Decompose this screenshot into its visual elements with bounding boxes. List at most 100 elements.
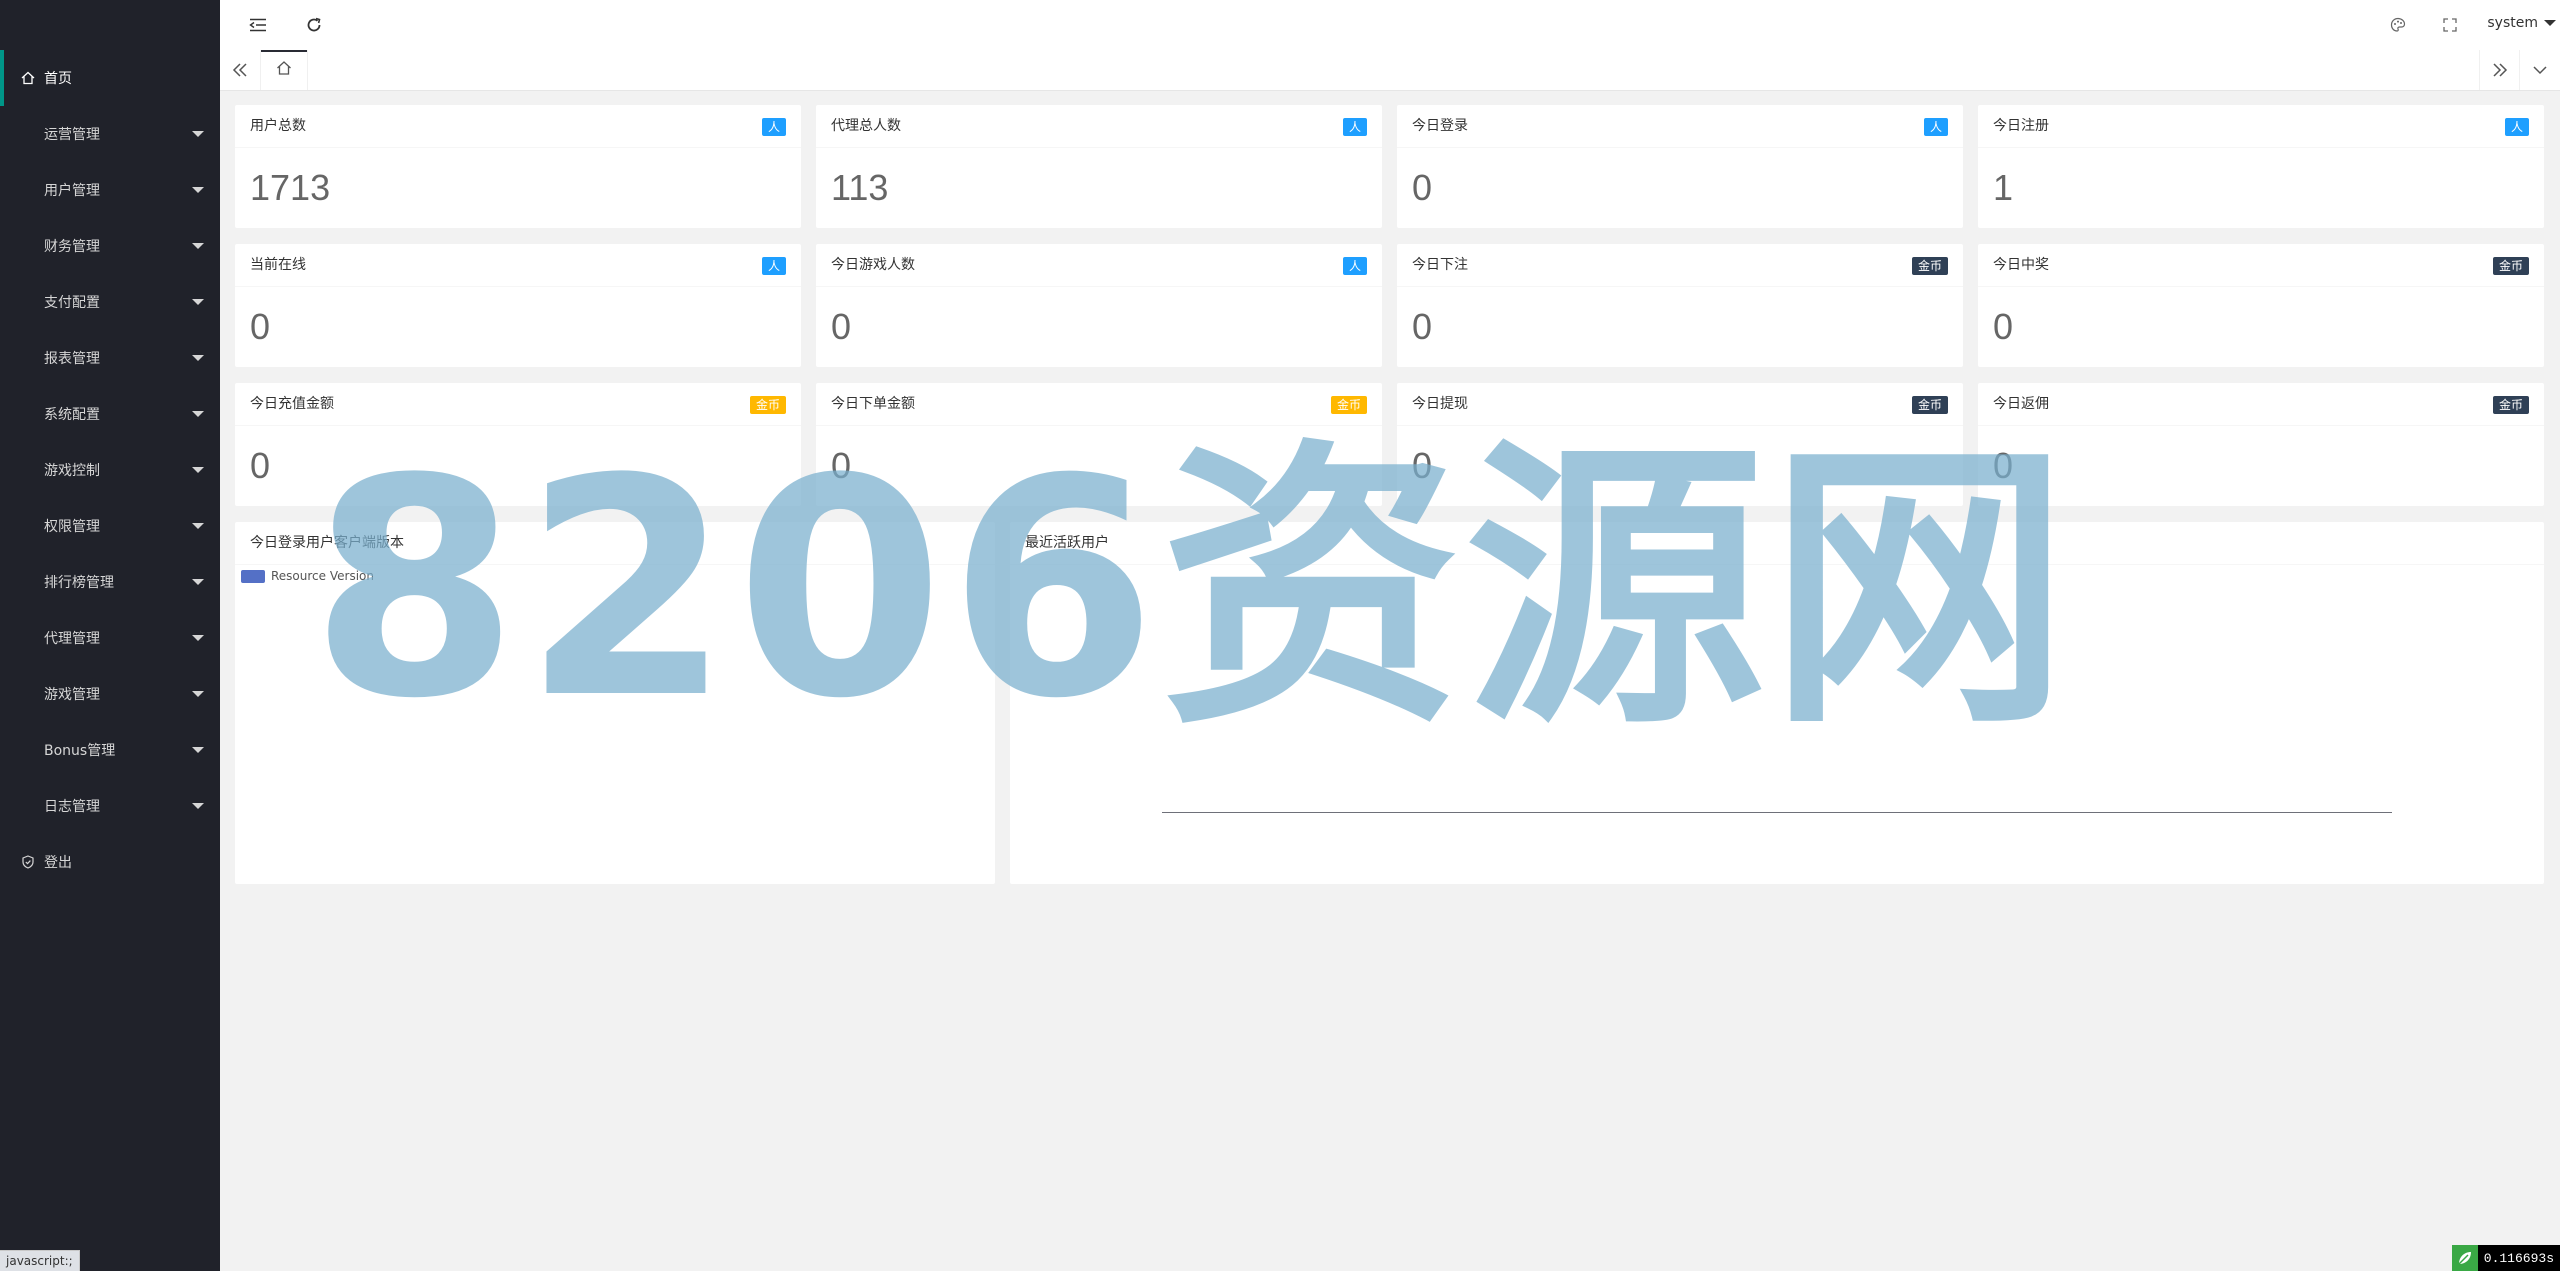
- sidebar-item-label: 代理管理: [44, 631, 100, 647]
- sidebar-item-finance[interactable]: 财务管理: [0, 218, 220, 274]
- sidebar-item-label: 登出: [44, 855, 72, 871]
- caret-down-icon: [192, 803, 204, 809]
- chart-legend[interactable]: Resource Version: [241, 569, 374, 583]
- stat-value: 1: [1993, 167, 2014, 208]
- sidebar-item-logs[interactable]: 日志管理: [0, 778, 220, 834]
- card-title: 今日充值金额 金币: [235, 383, 801, 426]
- sidebar-item-permissions[interactable]: 权限管理: [0, 498, 220, 554]
- sidebar-item-games[interactable]: 游戏管理: [0, 666, 220, 722]
- sidebar-item-label: 用户管理: [44, 183, 100, 199]
- sidebar-item-label: 运营管理: [44, 127, 100, 143]
- caret-down-icon: [192, 579, 204, 585]
- sidebar-item-bonus[interactable]: Bonus管理: [0, 722, 220, 778]
- stat-card-today-registrations: 今日注册 人 1: [1978, 105, 2544, 228]
- stat-value: 0: [1993, 445, 2014, 486]
- card-title: 今日游戏人数 人: [816, 244, 1382, 287]
- card-title: 今日登录 人: [1397, 105, 1963, 148]
- sidebar-item-users[interactable]: 用户管理: [0, 162, 220, 218]
- card-title: 今日下注 金币: [1397, 244, 1963, 287]
- caret-down-icon: [192, 523, 204, 529]
- tab-home[interactable]: [260, 50, 308, 90]
- logout-shield-icon: [20, 854, 36, 870]
- unit-badge: 金币: [1911, 396, 1948, 414]
- stat-label: 今日下注: [1412, 257, 1468, 273]
- sidebar-item-reports[interactable]: 报表管理: [0, 330, 220, 386]
- stat-value: 1713: [250, 167, 331, 208]
- timer-value: 0.116693s: [2483, 1250, 2554, 1266]
- link-preview-status: javascript:;: [0, 1250, 80, 1271]
- stat-label: 今日中奖: [1993, 257, 2049, 273]
- sidebar-item-leaderboard[interactable]: 排行榜管理: [0, 554, 220, 610]
- stat-card-today-players: 今日游戏人数 人 0: [816, 244, 1382, 367]
- unit-badge: 金币: [749, 396, 786, 414]
- sidebar-item-logout[interactable]: 登出: [0, 834, 220, 890]
- sidebar-item-home[interactable]: 首页: [0, 50, 220, 106]
- stat-value: 113: [831, 167, 889, 208]
- home-icon: [20, 70, 36, 86]
- stat-label: 今日登录: [1412, 118, 1468, 134]
- card-title: 今日注册 人: [1978, 105, 2544, 148]
- stat-card-today-withdrawals: 今日提现 金币 0: [1397, 383, 1963, 506]
- sidebar-item-agents[interactable]: 代理管理: [0, 610, 220, 666]
- fullscreen-icon[interactable]: [2440, 15, 2460, 35]
- sidebar-item-label: Bonus管理: [44, 743, 116, 759]
- caret-down-icon: [192, 635, 204, 641]
- sidebar-item-label: 首页: [44, 71, 72, 87]
- refresh-icon[interactable]: [304, 15, 324, 35]
- chevron-down-icon[interactable]: [2519, 50, 2560, 90]
- legend-swatch: [241, 569, 265, 583]
- stat-card-today-bets: 今日下注 金币 0: [1397, 244, 1963, 367]
- stat-value: 0: [831, 445, 852, 486]
- caret-down-icon: [192, 131, 204, 137]
- stat-label: 今日提现: [1412, 396, 1468, 412]
- sidebar-item-payment[interactable]: 支付配置: [0, 274, 220, 330]
- top-header: system: [220, 0, 2560, 51]
- leaf-logo-icon: [2451, 1245, 2478, 1271]
- home-icon: [276, 60, 292, 80]
- card-title: 今日登录用户客户端版本: [235, 522, 995, 565]
- stat-label: 今日充值金额: [250, 396, 334, 412]
- stat-value: 0: [1412, 306, 1433, 347]
- tabs-bar: [220, 50, 2560, 91]
- stat-card-total-users: 用户总数 人 1713: [235, 105, 801, 228]
- menu-collapse-icon[interactable]: [248, 15, 268, 35]
- stat-value: 0: [250, 306, 271, 347]
- caret-down-icon: [192, 691, 204, 697]
- stat-card-online-now: 当前在线 人 0: [235, 244, 801, 367]
- caret-down-icon: [192, 355, 204, 361]
- caret-down-icon: [2544, 20, 2556, 26]
- stat-value: 0: [1412, 445, 1433, 486]
- page-load-timer[interactable]: 0.116693s: [2451, 1245, 2560, 1271]
- theme-palette-icon[interactable]: [2388, 15, 2408, 35]
- card-title: 今日提现 金币: [1397, 383, 1963, 426]
- stat-label: 今日游戏人数: [831, 257, 915, 273]
- username: system: [2487, 15, 2538, 31]
- user-menu[interactable]: system: [2487, 15, 2556, 31]
- sidebar-item-label: 游戏控制: [44, 463, 100, 479]
- caret-down-icon: [192, 467, 204, 473]
- caret-down-icon: [192, 243, 204, 249]
- stat-value: 0: [1993, 306, 2014, 347]
- unit-badge: 人: [2504, 118, 2529, 136]
- stat-label: 当前在线: [250, 257, 306, 273]
- stat-card-total-agents: 代理总人数 人 113: [816, 105, 1382, 228]
- stat-card-today-rebates: 今日返佣 金币 0: [1978, 383, 2544, 506]
- stat-label: 今日返佣: [1993, 396, 2049, 412]
- sidebar-item-label: 系统配置: [44, 407, 100, 423]
- unit-badge: 人: [1342, 118, 1367, 136]
- caret-down-icon: [192, 187, 204, 193]
- double-chevron-right-icon[interactable]: [2479, 50, 2520, 90]
- stat-value: 0: [831, 306, 852, 347]
- sidebar-item-operations[interactable]: 运营管理: [0, 106, 220, 162]
- unit-badge: 金币: [2492, 396, 2529, 414]
- chart-card-active-users: 最近活跃用户: [1010, 522, 2544, 884]
- double-chevron-left-icon[interactable]: [220, 50, 260, 90]
- sidebar-item-game-control[interactable]: 游戏控制: [0, 442, 220, 498]
- stat-label: 用户总数: [250, 118, 306, 134]
- stat-label: 代理总人数: [831, 118, 901, 134]
- sidebar-item-label: 报表管理: [44, 351, 100, 367]
- stat-value: 0: [250, 445, 271, 486]
- sidebar-item-system[interactable]: 系统配置: [0, 386, 220, 442]
- sidebar-item-label: 日志管理: [44, 799, 100, 815]
- caret-down-icon: [192, 747, 204, 753]
